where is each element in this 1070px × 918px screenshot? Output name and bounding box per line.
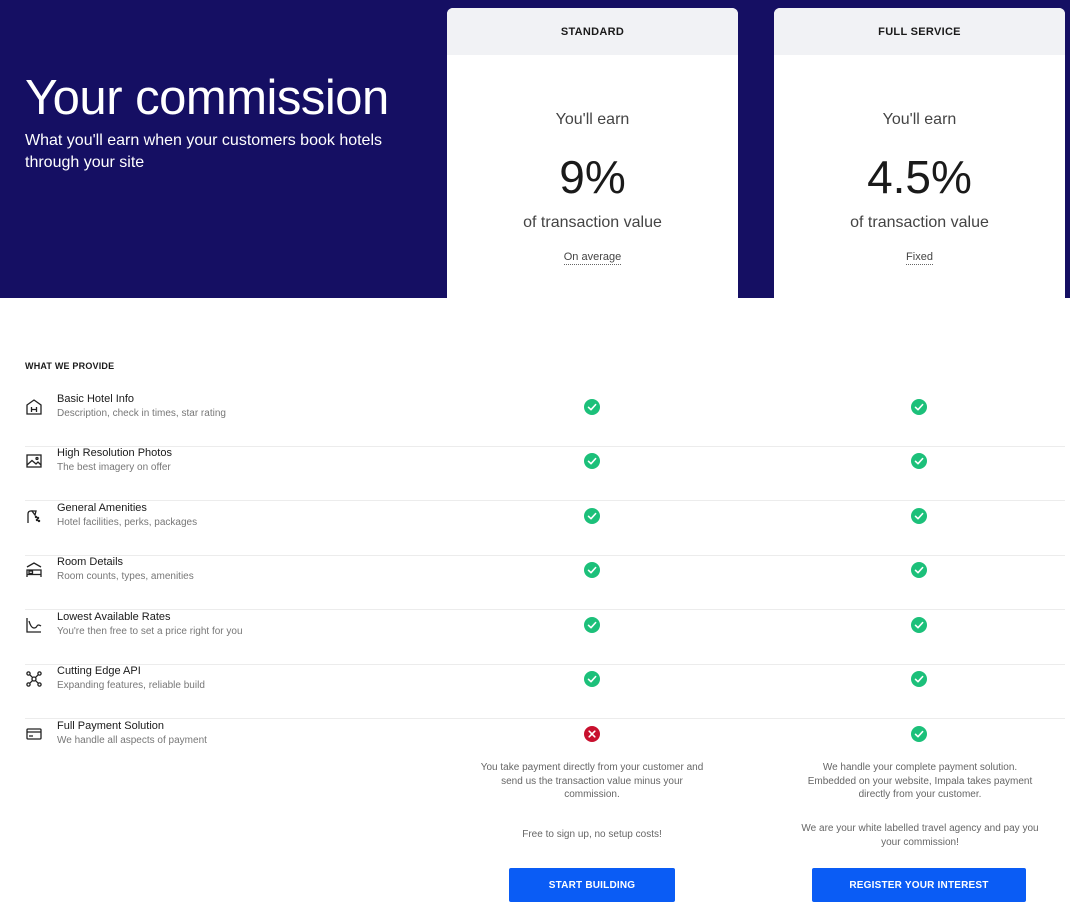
- plan-card-standard: STANDARD You'll earn 9% of transaction v…: [447, 8, 738, 298]
- check-icon: [911, 617, 927, 633]
- check-icon: [584, 508, 600, 524]
- credit-card-icon: [26, 728, 42, 740]
- feature-row: Room Details Room counts, types, ameniti…: [25, 555, 1065, 610]
- feature-row: Cutting Edge API Expanding features, rel…: [25, 664, 1065, 719]
- earn-label: You'll earn: [555, 111, 630, 128]
- page-title: Your commission: [25, 71, 389, 125]
- shower-icon: [27, 510, 41, 523]
- feature-description: Expanding features, reliable build: [57, 680, 205, 691]
- feature-description: Description, check in times, star rating: [57, 408, 226, 419]
- check-icon: [584, 399, 600, 415]
- hotel-icon: [26, 399, 42, 415]
- check-icon: [584, 617, 600, 633]
- feature-name: Full Payment Solution: [57, 720, 164, 732]
- standard-signup-note: Free to sign up, no setup costs!: [522, 829, 662, 840]
- bed-icon: [26, 562, 42, 577]
- photo-icon: [26, 454, 42, 468]
- rate-note-tooltip[interactable]: Fixed: [906, 251, 933, 265]
- feature-description: The best imagery on offer: [57, 462, 171, 473]
- plan-name: FULL SERVICE: [774, 8, 1065, 55]
- standard-payment-note: You take payment directly from your cust…: [480, 762, 704, 800]
- feature-name: Basic Hotel Info: [57, 393, 135, 405]
- full-service-agency-note: We are your white labelled travel agency…: [801, 823, 1039, 848]
- check-icon: [584, 671, 600, 687]
- check-icon: [584, 562, 600, 578]
- feature-description: We handle all aspects of payment: [57, 735, 207, 746]
- check-icon: [911, 399, 927, 415]
- feature-row: General Amenities Hotel facilities, perk…: [25, 501, 1065, 556]
- rate-subtitle: of transaction value: [850, 214, 989, 231]
- check-icon: [584, 453, 600, 469]
- check-icon: [911, 562, 927, 578]
- feature-description: Hotel facilities, perks, packages: [57, 517, 198, 528]
- rate-subtitle: of transaction value: [523, 214, 662, 231]
- plan-name: STANDARD: [447, 8, 738, 55]
- feature-description: You're then free to set a price right fo…: [57, 626, 243, 637]
- feature-name: Room Details: [57, 556, 124, 568]
- feature-name: Lowest Available Rates: [57, 611, 171, 623]
- full-service-payment-note: We handle your complete payment solution…: [807, 762, 1033, 800]
- feature-description: Room counts, types, amenities: [57, 571, 194, 582]
- plan-card-full-service: FULL SERVICE You'll earn 4.5% of transac…: [774, 8, 1065, 298]
- feature-name: Cutting Edge API: [57, 665, 141, 677]
- feature-row: High Resolution Photos The best imagery …: [25, 446, 1065, 501]
- register-interest-button[interactable]: REGISTER YOUR INTEREST: [812, 868, 1026, 902]
- commission-rate: 4.5%: [867, 151, 972, 203]
- check-icon: [911, 453, 927, 469]
- feature-name: General Amenities: [57, 502, 147, 514]
- check-icon: [911, 671, 927, 687]
- rate-note-tooltip[interactable]: On average: [563, 251, 622, 265]
- cross-icon: [584, 726, 600, 742]
- earn-label: You'll earn: [882, 111, 957, 128]
- check-icon: [911, 726, 927, 742]
- feature-name: High Resolution Photos: [57, 447, 172, 459]
- feature-row: Lowest Available Rates You're then free …: [25, 610, 1065, 665]
- start-building-button[interactable]: START BUILDING: [509, 868, 675, 902]
- page-subtitle: What you'll earn when your customers boo…: [25, 132, 383, 171]
- section-title: WHAT WE PROVIDE: [25, 361, 115, 371]
- commission-rate: 9%: [559, 151, 626, 203]
- api-network-icon: [26, 671, 42, 687]
- feature-row: Basic Hotel Info Description, check in t…: [25, 392, 1065, 447]
- rate-chart-icon: [26, 618, 42, 633]
- check-icon: [911, 508, 927, 524]
